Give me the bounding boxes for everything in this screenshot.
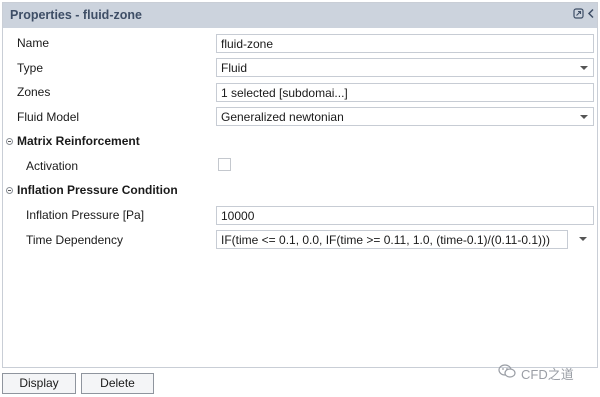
properties-panel: Properties - fluid-zone Name fluid-zone … (2, 2, 598, 368)
wechat-logo-icon (497, 361, 517, 381)
type-label: Type (17, 61, 44, 75)
chevron-left-icon[interactable] (587, 8, 595, 22)
zones-label: Zones (17, 85, 51, 99)
chevron-down-icon (580, 115, 588, 119)
display-button[interactable]: Display (2, 373, 76, 394)
type-dropdown-value: Fluid (221, 61, 248, 75)
watermark-text: CFD之道 (521, 367, 574, 382)
activation-checkbox[interactable] (218, 158, 231, 171)
fluid-model-dropdown-value: Generalized newtonian (221, 110, 344, 124)
type-dropdown[interactable]: Fluid (216, 58, 594, 77)
collapse-icon[interactable] (6, 138, 13, 145)
section-inflation-pressure-condition[interactable]: Inflation Pressure Condition (17, 183, 178, 197)
section-matrix-reinforcement[interactable]: Matrix Reinforcement (17, 134, 140, 148)
inflation-pressure-field[interactable]: 10000 (216, 206, 594, 225)
panel-title: Properties - fluid-zone (10, 8, 142, 22)
fluid-model-label: Fluid Model (17, 110, 80, 124)
time-dependency-field[interactable]: IF(time <= 0.1, 0.0, IF(time >= 0.11, 1.… (216, 230, 568, 249)
delete-button[interactable]: Delete (81, 373, 154, 394)
chevron-down-icon (580, 66, 588, 70)
zones-field[interactable]: 1 selected [subdomai...] (216, 83, 594, 102)
name-label: Name (17, 36, 50, 50)
collapse-icon[interactable] (6, 187, 13, 194)
fluid-model-dropdown[interactable]: Generalized newtonian (216, 107, 594, 126)
panel-titlebar: Properties - fluid-zone (3, 3, 597, 28)
activation-label: Activation (26, 159, 79, 173)
pin-icon[interactable] (573, 8, 584, 22)
inflation-pressure-label: Inflation Pressure [Pa] (26, 208, 145, 222)
time-dependency-label: Time Dependency (26, 233, 123, 247)
name-field[interactable]: fluid-zone (216, 34, 594, 53)
chevron-down-icon[interactable] (579, 237, 587, 241)
